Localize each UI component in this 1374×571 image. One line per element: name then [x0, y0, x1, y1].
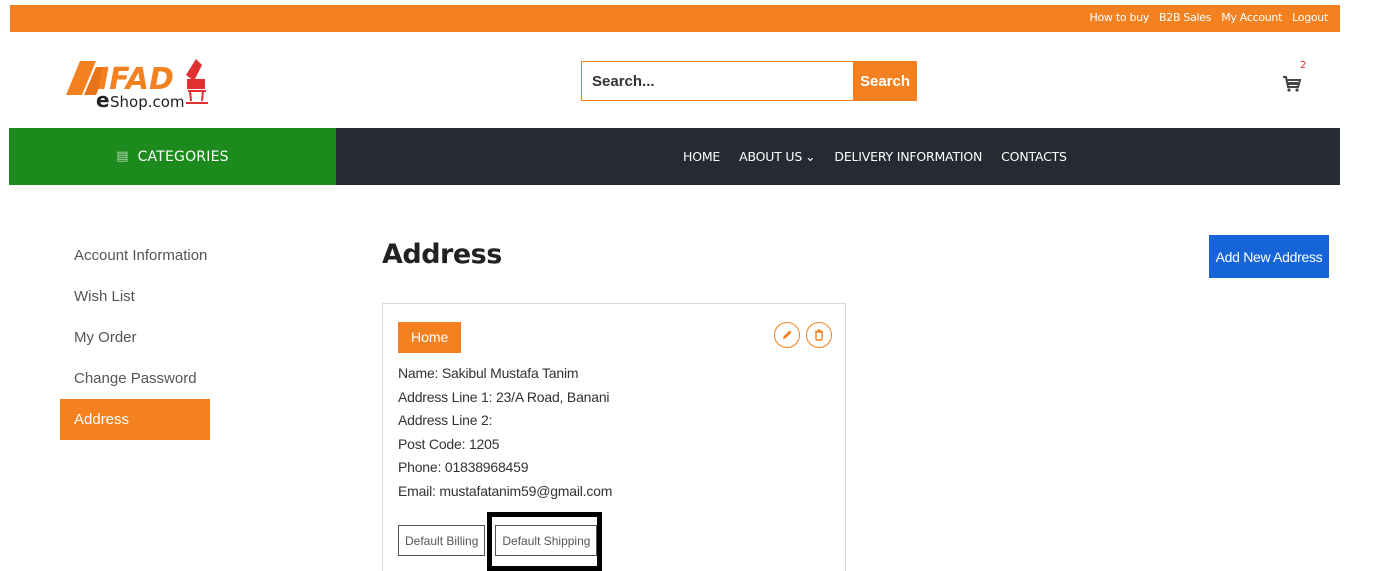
sidebar-item-address[interactable]: Address [60, 399, 210, 440]
add-new-address-button[interactable]: Add New Address [1209, 235, 1329, 278]
cart-count-badge: 2 [1300, 60, 1307, 71]
edit-button[interactable] [774, 322, 800, 348]
sidebar-item-my-order[interactable]: My Order [60, 324, 210, 365]
svg-text:e: e [96, 88, 110, 112]
address-line-2: Address Line 2: [398, 412, 493, 428]
nav-home[interactable]: HOME [683, 149, 720, 164]
address-line-1: Address Line 1: 23/A Road, Banani [398, 388, 610, 405]
address-post-code: Post Code: 1205 [398, 435, 500, 452]
b2b-sales-link[interactable]: B2B Sales [1159, 11, 1211, 24]
ifad-eshop-logo[interactable]: IFAD e Shop.com [62, 45, 232, 115]
address-card: Home Name: Sakibul Mustafa Tanim Address… [382, 303, 846, 571]
top-links: How to buy B2B Sales My Account Logout [1090, 11, 1329, 24]
categories-label: CATEGORIES [137, 148, 229, 165]
search-input[interactable] [581, 61, 853, 101]
logout-link[interactable]: Logout [1292, 11, 1328, 24]
cart-button[interactable]: 2 [1282, 60, 1312, 96]
menu-icon: ▤ [116, 149, 129, 164]
main-nav: ▤ CATEGORIES HOME ABOUT US ⌄ DELIVERY INF… [9, 128, 1340, 185]
top-bar: How to buy B2B Sales My Account Logout [10, 5, 1340, 32]
nav-contacts[interactable]: CONTACTS [1001, 149, 1067, 164]
sidebar-item-account-information[interactable]: Account Information [60, 242, 210, 283]
search-button[interactable]: Search [853, 61, 917, 101]
chevron-down-icon: ⌄ [805, 149, 816, 164]
address-details: Name: Sakibul Mustafa Tanim Address Line… [398, 362, 612, 503]
my-account-link[interactable]: My Account [1221, 11, 1282, 24]
categories-button[interactable]: ▤ CATEGORIES [9, 128, 336, 185]
svg-text:Shop.com: Shop.com [110, 93, 185, 111]
default-billing-button[interactable]: Default Billing [398, 525, 486, 556]
address-type-badge: Home [398, 322, 462, 353]
nav-delivery-information[interactable]: DELIVERY INFORMATION [834, 149, 982, 164]
nav-links: HOME ABOUT US ⌄ DELIVERY INFORMATION CONT… [683, 128, 1067, 185]
nav-about-us[interactable]: ABOUT US ⌄ [739, 149, 815, 164]
address-email: Email: mustafatanim59@gmail.com [398, 482, 613, 499]
how-to-buy-link[interactable]: How to buy [1090, 11, 1150, 24]
page-title: Address [382, 239, 502, 270]
address-name: Name: Sakibul Mustafa Tanim [398, 365, 579, 381]
sidebar-item-wish-list[interactable]: Wish List [60, 283, 210, 324]
account-sidebar: Account Information Wish List My Order C… [60, 242, 210, 440]
cart-icon [1283, 76, 1302, 92]
delete-button[interactable] [806, 322, 832, 348]
pencil-icon [783, 330, 792, 339]
address-phone: Phone: 01838968459 [398, 459, 529, 475]
search-bar: Search [581, 61, 917, 101]
highlight-box [487, 512, 602, 571]
trash-icon [815, 329, 823, 341]
nav-about-us-label: ABOUT US [739, 149, 803, 164]
